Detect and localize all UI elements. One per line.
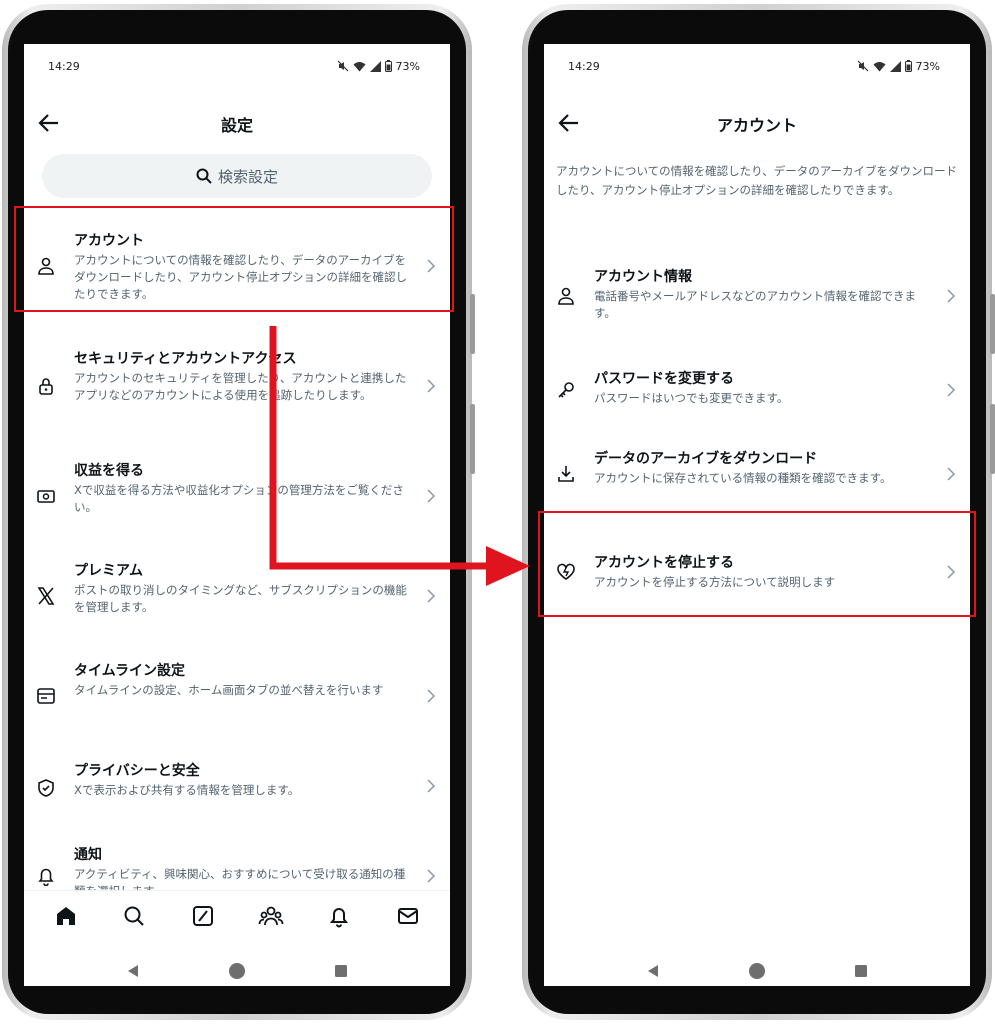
grok-icon[interactable] — [190, 903, 216, 929]
signal-icon — [889, 60, 901, 72]
search-placeholder: 検索設定 — [217, 167, 278, 186]
status-bar: 14:29 73% — [24, 44, 450, 88]
home-circle-icon[interactable] — [228, 962, 246, 980]
left-phone-bezel: 14:29 73% 設定 検索設定 アカウント アカウントについての情報を確認し… — [8, 10, 466, 1014]
recents-square-icon[interactable] — [334, 964, 348, 978]
status-bar: 14:29 73% — [544, 44, 970, 88]
x-logo-icon — [37, 587, 55, 605]
battery-icon — [904, 60, 912, 72]
chevron-right-icon — [947, 467, 956, 481]
home-circle-icon[interactable] — [748, 962, 766, 980]
download-icon — [558, 466, 574, 482]
chevron-right-icon — [427, 489, 436, 503]
shield-icon — [38, 779, 54, 797]
chevron-right-icon — [427, 869, 436, 883]
highlight-box-account — [14, 206, 454, 312]
bottom-tab-bar — [24, 890, 450, 940]
item-title: パスワードを変更する — [594, 371, 734, 387]
search-settings-field[interactable]: 検索設定 — [42, 154, 432, 198]
status-icons: 73% — [337, 60, 420, 73]
settings-item-premium[interactable]: プレミアム ポストの取り消しのタイミングなど、サブスクリプションの機能を管理しま… — [24, 544, 450, 626]
status-icons: 73% — [857, 60, 940, 73]
account-item-info[interactable]: アカウント情報 電話番号やメールアドレスなどのアカウント情報を確認できます。 — [544, 258, 970, 342]
account-item-change-password[interactable]: パスワードを変更する パスワードはいつでも変更できます。 — [544, 358, 970, 422]
item-description: Xで表示および共有する情報を管理します。 — [74, 783, 300, 797]
item-title: 通知 — [74, 847, 102, 863]
chevron-right-icon — [427, 779, 436, 793]
power-button — [470, 404, 475, 474]
bell-icon — [38, 868, 54, 886]
item-description: パスワードはいつでも変更できます。 — [594, 391, 789, 405]
settings-item-monetization[interactable]: 収益を得る Xで収益を得る方法や収益化オプションの管理方法をご覧ください。 — [24, 444, 450, 526]
home-icon[interactable] — [53, 903, 79, 929]
android-nav-bar — [24, 956, 450, 986]
item-title: タイムライン設定 — [74, 663, 186, 679]
item-title: 収益を得る — [74, 463, 144, 479]
recents-square-icon[interactable] — [854, 964, 868, 978]
item-title: アカウント情報 — [594, 269, 692, 285]
chevron-right-icon — [427, 689, 436, 703]
lock-icon — [39, 378, 53, 395]
android-nav-bar — [544, 956, 970, 986]
left-screen: 14:29 73% 設定 検索設定 アカウント アカウントについての情報を確認し… — [24, 44, 450, 986]
communities-icon[interactable] — [258, 903, 284, 929]
settings-item-notifications[interactable]: 通知 アクティビティ、興味関心、おすすめについて受け取る通知の種類を選択します。 — [24, 824, 450, 890]
settings-header: 設定 — [24, 102, 450, 146]
item-description: アカウントに保存されている情報の種類を確認できます。 — [594, 471, 892, 485]
battery-level: 73% — [395, 59, 420, 73]
item-description: 電話番号やメールアドレスなどのアカウント情報を確認できます。 — [594, 289, 916, 320]
settings-item-timeline[interactable]: タイムライン設定 タイムラインの設定、ホーム画面タブの並べ替えを行います — [24, 644, 450, 726]
wifi-icon — [873, 61, 886, 71]
battery-icon — [384, 60, 392, 72]
item-title: プライバシーと安全 — [74, 763, 200, 779]
key-icon — [558, 382, 574, 398]
highlight-box-deactivate — [538, 511, 976, 617]
item-title: データのアーカイブをダウンロード — [594, 451, 818, 467]
account-item-download-archive[interactable]: データのアーカイブをダウンロード アカウントに保存されている情報の種類を確認でき… — [544, 440, 970, 516]
volume-button — [990, 294, 995, 354]
chevron-right-icon — [427, 589, 436, 603]
mute-icon — [857, 60, 868, 72]
chevron-right-icon — [947, 289, 956, 303]
account-header: アカウント — [544, 102, 970, 146]
chevron-right-icon — [947, 383, 956, 397]
search-icon[interactable] — [121, 903, 147, 929]
status-time: 14:29 — [48, 59, 80, 73]
timeline-icon — [37, 688, 55, 704]
notifications-icon[interactable] — [326, 903, 352, 929]
money-icon — [37, 490, 55, 503]
search-icon — [196, 168, 212, 184]
back-triangle-icon[interactable] — [126, 964, 140, 978]
battery-level: 73% — [915, 59, 940, 73]
item-description: Xで収益を得る方法や収益化オプションの管理方法をご覧ください。 — [74, 483, 404, 514]
mute-icon — [337, 60, 348, 72]
power-button — [990, 404, 995, 474]
left-phone-frame: 14:29 73% 設定 検索設定 アカウント アカウントについての情報を確認し… — [2, 4, 475, 1020]
page-title: 設定 — [220, 116, 253, 135]
messages-icon[interactable] — [395, 903, 421, 929]
settings-item-security[interactable]: セキュリティとアカウントアクセス アカウントのセキュリティを管理したり、アカウン… — [24, 334, 450, 424]
person-icon — [558, 287, 574, 305]
item-description: タイムラインの設定、ホーム画面タブの並べ替えを行います — [74, 683, 384, 697]
settings-item-privacy[interactable]: プライバシーと安全 Xで表示および共有する情報を管理します。 — [24, 744, 450, 814]
back-triangle-icon[interactable] — [646, 964, 660, 978]
page-title: アカウント — [716, 116, 797, 135]
item-description: アカウントのセキュリティを管理したり、アカウントと連携したアプリなどのアカウント… — [74, 371, 407, 402]
item-description: ポストの取り消しのタイミングなど、サブスクリプションの機能を管理します。 — [74, 583, 407, 614]
signal-icon — [369, 60, 381, 72]
item-title: セキュリティとアカウントアクセス — [74, 351, 297, 367]
status-time: 14:29 — [568, 59, 600, 73]
item-description: アクティビティ、興味関心、おすすめについて受け取る通知の種類を選択します。 — [74, 867, 406, 890]
chevron-right-icon — [427, 379, 436, 393]
volume-button — [470, 294, 475, 354]
page-description: アカウントについての情報を確認したり、データのアーカイブをダウンロードしたり、ア… — [556, 164, 958, 197]
wifi-icon — [353, 61, 366, 71]
item-title: プレミアム — [74, 563, 144, 579]
